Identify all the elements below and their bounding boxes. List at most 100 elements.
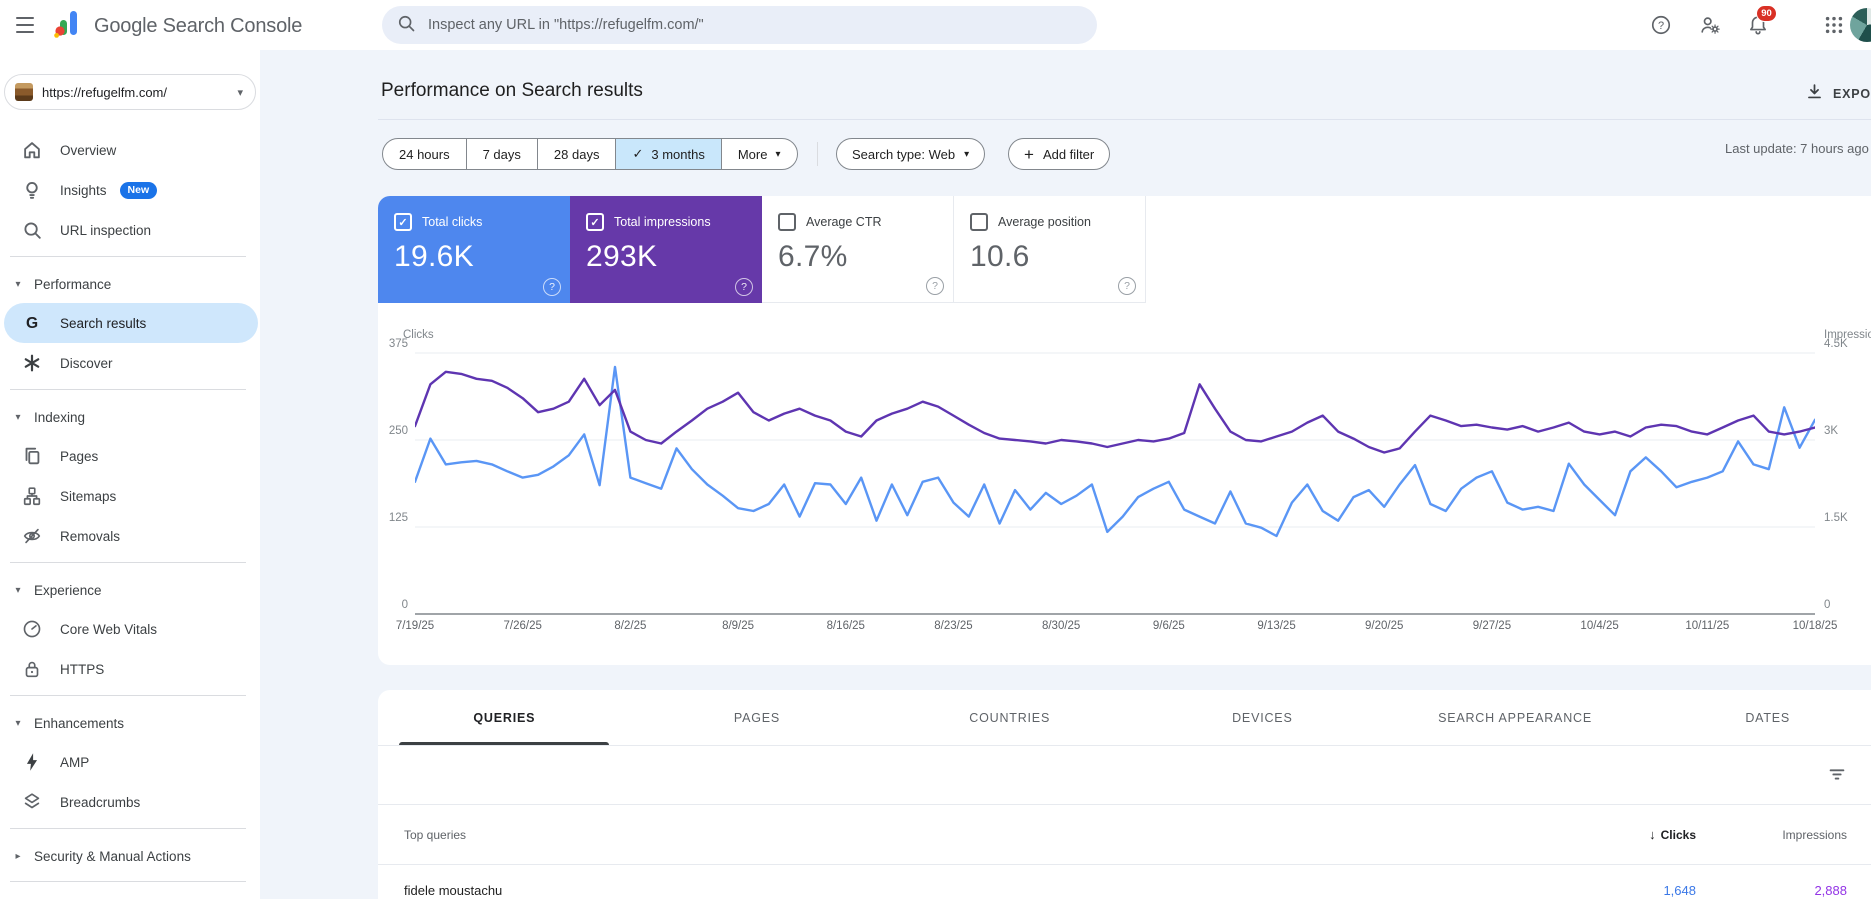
- sidebar-section-enhancements[interactable]: ▾ Enhancements: [0, 704, 260, 742]
- metric-card-average-ctr[interactable]: Average CTR 6.7%?: [762, 196, 954, 303]
- help-icon[interactable]: ?: [543, 278, 561, 296]
- y-tick-right: 4.5K: [1824, 338, 1848, 350]
- search-icon: [21, 219, 43, 241]
- performance-chart[interactable]: [415, 352, 1815, 615]
- add-filter-button[interactable]: + Add filter: [1008, 138, 1111, 170]
- sidebar-section-experience[interactable]: ▾ Experience: [0, 571, 260, 609]
- sidebar-section-label: Experience: [34, 582, 102, 598]
- sidebar-section-label: Enhancements: [34, 715, 125, 731]
- checkbox-checked-icon[interactable]: ✓: [394, 213, 412, 231]
- sidebar-item-removals[interactable]: Removals: [4, 516, 258, 556]
- sidebar-section-label: Indexing: [34, 409, 86, 425]
- query-cell: fidele moustachu: [404, 882, 503, 898]
- date-range-24-hours[interactable]: 24 hours: [383, 139, 466, 169]
- lightbulb-icon: [21, 179, 43, 201]
- sidebar-item-label: Pages: [60, 448, 99, 464]
- sidebar-item-url-inspection[interactable]: URL inspection: [4, 210, 258, 250]
- notification-count-badge: 90: [1756, 5, 1777, 22]
- sidebar-divider: [10, 562, 246, 563]
- sidebar-item-label: Overview: [60, 142, 117, 158]
- property-url: https://refugelfm.com/: [42, 84, 167, 100]
- table-header: Top queries ↓ Clicks Impressions: [378, 805, 1871, 865]
- page-title: Performance on Search results: [381, 80, 643, 101]
- sidebar-divider: [10, 881, 246, 882]
- x-tick: 9/13/25: [1257, 620, 1296, 632]
- svg-text:G: G: [26, 315, 38, 332]
- y-tick-right: 3K: [1824, 425, 1839, 437]
- sidebar-item-discover[interactable]: Discover: [4, 343, 258, 383]
- checkbox-checked-icon[interactable]: ✓: [586, 213, 604, 231]
- help-icon[interactable]: ?: [1650, 14, 1672, 36]
- url-inspect-searchbar[interactable]: [382, 6, 1097, 44]
- sidebar-nav: Overview Insights New URL inspection ▾ Perfor…: [0, 130, 260, 890]
- tab-label: DATES: [1745, 710, 1791, 725]
- sidebar-item-core-web-vitals[interactable]: Core Web Vitals: [4, 609, 258, 649]
- export-button[interactable]: EXPORT: [1805, 82, 1871, 106]
- x-tick: 10/18/25: [1792, 620, 1838, 632]
- user-settings-icon[interactable]: [1699, 14, 1721, 36]
- date-range-group: 24 hours 7 days 28 days ✓ 3 months More ▾: [382, 138, 798, 170]
- y-tick-right: 0: [1824, 599, 1831, 611]
- core-web-vitals-icon: [21, 618, 43, 640]
- tab-dates[interactable]: DATES: [1641, 690, 1871, 745]
- date-range-28-days[interactable]: 28 days: [536, 139, 616, 169]
- help-icon[interactable]: ?: [735, 278, 753, 296]
- table-row[interactable]: fidele moustachu 1,648 2,888: [378, 865, 1871, 899]
- sidebar-item-sitemaps[interactable]: Sitemaps: [4, 476, 258, 516]
- sidebar-item-overview[interactable]: Overview: [4, 130, 258, 170]
- sidebar-item-https[interactable]: HTTPS: [4, 649, 258, 689]
- tab-pages[interactable]: PAGES: [631, 690, 884, 745]
- sidebar-item-breadcrumbs[interactable]: Breadcrumbs: [4, 782, 258, 822]
- property-selector[interactable]: https://refugelfm.com/ ▾: [4, 74, 256, 110]
- menu-icon[interactable]: [16, 17, 34, 38]
- sidebar-section-performance[interactable]: ▾ Performance: [0, 265, 260, 303]
- impressions-column-header[interactable]: Impressions: [1696, 828, 1871, 842]
- metric-card-total-clicks[interactable]: ✓ Total clicks 19.6K?: [378, 196, 570, 303]
- date-range-3-months[interactable]: ✓ 3 months: [615, 139, 721, 169]
- tab-countries[interactable]: COUNTRIES: [883, 690, 1136, 745]
- top-queries-header: Top queries: [404, 827, 467, 842]
- x-axis-labels: 7/19/25 7/26/25 8/2/25 8/9/25 8/16/25 8/23/25…: [378, 620, 1871, 636]
- metric-card-total-impressions[interactable]: ✓ Total impressions 293K?: [570, 196, 762, 303]
- clicks-column-header[interactable]: ↓ Clicks: [1546, 827, 1696, 842]
- sidebar-item-amp[interactable]: AMP: [4, 742, 258, 782]
- apps-grid-icon[interactable]: [1823, 14, 1845, 36]
- home-icon: [21, 139, 43, 161]
- search-type-filter[interactable]: Search type: Web ▾: [836, 138, 986, 170]
- tab-queries[interactable]: QUERIES: [378, 690, 631, 745]
- table-toolbar: [378, 746, 1871, 805]
- metric-card-average-position[interactable]: Average position 10.6?: [954, 196, 1146, 303]
- date-range-7-days[interactable]: 7 days: [465, 139, 537, 169]
- checkbox-unchecked-icon[interactable]: [778, 213, 796, 231]
- sidebar-section-label: Security & Manual Actions: [34, 848, 191, 864]
- tabs-row: QUERIES PAGES COUNTRIES DEVICES SEARCH APPEA…: [378, 690, 1871, 746]
- main-content: Performance on Search results EXPORT 24 …: [260, 50, 1871, 899]
- y-tick-left: 125: [388, 512, 408, 524]
- app-logo[interactable]: Google Search Console: [54, 10, 302, 43]
- chevron-down-icon: ▾: [15, 717, 21, 729]
- sidebar-item-search-results[interactable]: G Search results: [4, 303, 258, 343]
- tab-devices[interactable]: DEVICES: [1136, 690, 1389, 745]
- sidebar-section-indexing[interactable]: ▾ Indexing: [0, 398, 260, 436]
- tab-search-appearance[interactable]: SEARCH APPEARANCE: [1389, 690, 1642, 745]
- sidebar-item-label: Sitemaps: [60, 488, 117, 504]
- sidebar-item-label: Search results: [60, 315, 147, 331]
- y-tick-right: 1.5K: [1824, 512, 1848, 524]
- sidebar-item-pages[interactable]: Pages: [4, 436, 258, 476]
- help-icon[interactable]: ?: [926, 277, 944, 295]
- checkbox-unchecked-icon[interactable]: [970, 213, 988, 231]
- top-app-bar: Google Search Console ? 90: [0, 0, 1871, 50]
- new-badge: New: [119, 181, 158, 199]
- url-inspect-input[interactable]: [426, 16, 1091, 34]
- date-range-more[interactable]: More ▾: [720, 139, 797, 169]
- sidebar-item-label: Core Web Vitals: [60, 621, 158, 637]
- sidebar-item-insights[interactable]: Insights New: [4, 170, 258, 210]
- filter-list-icon[interactable]: [1826, 763, 1850, 787]
- tab-label: DEVICES: [1232, 710, 1293, 725]
- sidebar-section-security-manual-actions[interactable]: ▸ Security & Manual Actions: [0, 837, 260, 875]
- sidebar-item-label: URL inspection: [60, 222, 152, 238]
- avatar[interactable]: [1850, 8, 1871, 42]
- sidebar: https://refugelfm.com/ ▾ Overview Insight…: [0, 50, 260, 899]
- download-icon: [1805, 82, 1824, 106]
- help-icon[interactable]: ?: [1118, 277, 1136, 295]
